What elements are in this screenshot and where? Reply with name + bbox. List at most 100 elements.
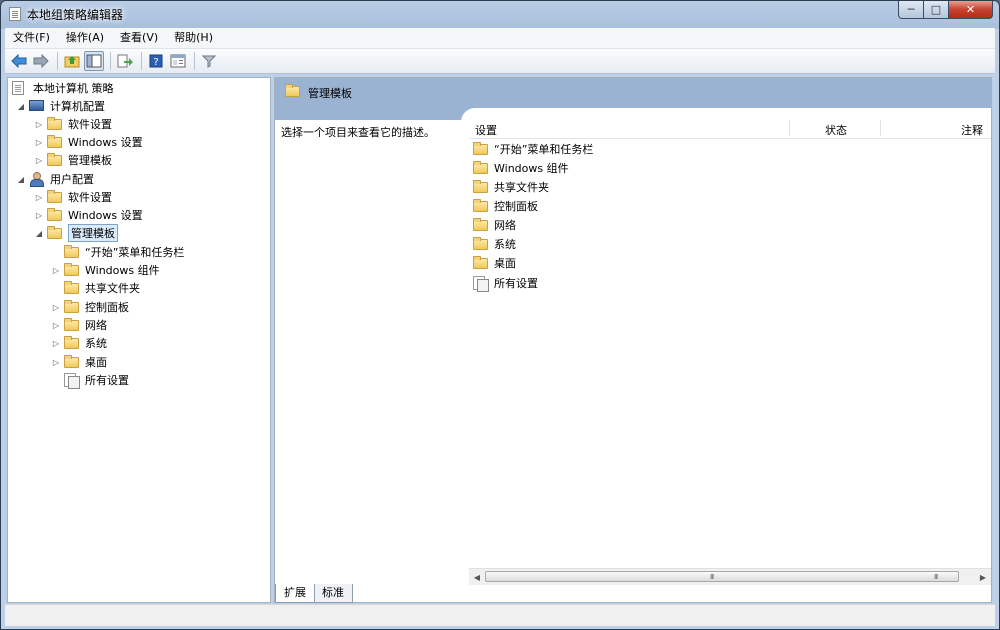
list-item-label: 控制面板 bbox=[494, 199, 538, 213]
tree-pane[interactable]: 本地计算机 策略 ◢ 计算机配置 ▷ 软件设置 ▷ Windows 设置 ▷ 管… bbox=[7, 77, 271, 603]
list-item[interactable]: 所有设置 bbox=[473, 273, 538, 292]
tree-item-start-menu[interactable]: “开始”菜单和任务栏 bbox=[64, 243, 184, 261]
tree-item-computer-admin-templates[interactable]: ▷ 管理模板 bbox=[34, 151, 112, 169]
toolbar-separator bbox=[141, 52, 142, 70]
all-settings-icon bbox=[64, 373, 80, 389]
expand-arrow-icon[interactable]: ▷ bbox=[34, 120, 44, 129]
list-item-label: 共享文件夹 bbox=[494, 180, 549, 194]
tree-item-all-settings[interactable]: 所有设置 bbox=[64, 371, 129, 389]
folder-icon-wrap bbox=[47, 190, 63, 204]
show-hide-tree-button[interactable] bbox=[84, 51, 104, 71]
tab-standard[interactable]: 标准 bbox=[313, 584, 353, 603]
expand-arrow-icon[interactable]: ▷ bbox=[51, 266, 61, 275]
column-status[interactable]: 状态 bbox=[825, 122, 847, 138]
folder-icon-wrap bbox=[473, 236, 489, 251]
horizontal-scrollbar[interactable]: ◀ III III ▶ bbox=[469, 568, 991, 585]
expand-arrow-icon[interactable]: ▷ bbox=[34, 193, 44, 202]
list-item[interactable]: “开始”菜单和任务栏 bbox=[473, 139, 593, 158]
list-item[interactable]: 网络 bbox=[473, 215, 516, 234]
details-header: 管理模板 bbox=[275, 78, 991, 108]
list-item[interactable]: Windows 组件 bbox=[473, 158, 569, 177]
forward-button[interactable] bbox=[31, 51, 51, 71]
filter-button[interactable] bbox=[199, 51, 219, 71]
tree-item-desktop[interactable]: ▷ 桌面 bbox=[51, 353, 107, 371]
expand-arrow-icon[interactable]: ▷ bbox=[51, 358, 61, 367]
tree-item-control-panel[interactable]: ▷ 控制面板 bbox=[51, 298, 129, 316]
policy-app-icon bbox=[9, 7, 21, 21]
help-button[interactable]: ? bbox=[146, 51, 166, 71]
list-item[interactable]: 系统 bbox=[473, 234, 516, 253]
menu-action[interactable]: 操作(A) bbox=[58, 28, 112, 48]
scroll-grip: III bbox=[934, 573, 938, 581]
collapse-arrow-icon[interactable]: ◢ bbox=[16, 102, 26, 111]
tree-item-label: 软件设置 bbox=[68, 118, 112, 131]
folder-icon-wrap bbox=[473, 160, 489, 175]
list-item-label: Windows 组件 bbox=[494, 161, 569, 175]
tree-root[interactable]: 本地计算机 策略 bbox=[12, 79, 114, 97]
folder-icon-wrap bbox=[64, 318, 80, 332]
column-divider[interactable] bbox=[789, 120, 790, 136]
up-one-level-button[interactable] bbox=[62, 51, 82, 71]
tree-item-user-software-settings[interactable]: ▷ 软件设置 bbox=[34, 188, 112, 206]
list-column-header: 设置 状态 注释 bbox=[469, 118, 991, 139]
folder-icon bbox=[473, 198, 488, 212]
expand-arrow-icon[interactable]: ▷ bbox=[34, 156, 44, 165]
close-button[interactable]: ✕ bbox=[949, 1, 993, 19]
list-item[interactable]: 桌面 bbox=[473, 253, 516, 272]
menu-view[interactable]: 查看(V) bbox=[112, 28, 166, 48]
collapse-arrow-icon[interactable]: ◢ bbox=[16, 175, 26, 184]
scrollbar-thumb[interactable]: III III bbox=[485, 571, 959, 582]
title-bar[interactable]: 本地组策略编辑器 ─ □ ✕ bbox=[1, 1, 999, 27]
window-title: 本地组策略编辑器 bbox=[27, 8, 124, 22]
scroll-left-arrow-icon[interactable]: ◀ bbox=[469, 569, 485, 585]
folder-icon-wrap bbox=[64, 281, 80, 295]
column-setting[interactable]: 设置 bbox=[475, 122, 497, 138]
folder-icon-wrap bbox=[473, 179, 489, 194]
expand-arrow-icon[interactable]: ▷ bbox=[51, 339, 61, 348]
list-item[interactable]: 控制面板 bbox=[473, 196, 538, 215]
folder-icon-wrap bbox=[47, 153, 63, 167]
collapse-arrow-icon[interactable]: ◢ bbox=[34, 229, 44, 238]
menu-bar: 文件(F) 操作(A) 查看(V) 帮助(H) bbox=[5, 28, 995, 49]
user-icon-wrap bbox=[29, 172, 45, 187]
minimize-icon: ─ bbox=[907, 3, 915, 16]
folder-icon bbox=[47, 153, 62, 166]
column-divider[interactable] bbox=[880, 120, 881, 136]
tree-item-network[interactable]: ▷ 网络 bbox=[51, 316, 107, 334]
tree-item-windows-components[interactable]: ▷ Windows 组件 bbox=[51, 261, 160, 279]
menu-help[interactable]: 帮助(H) bbox=[166, 28, 221, 48]
tree-item-computer-software-settings[interactable]: ▷ 软件设置 bbox=[34, 115, 112, 133]
tree-item-label: 计算机配置 bbox=[50, 100, 105, 113]
folder-icon-wrap bbox=[64, 263, 80, 277]
tree-item-shared-folders[interactable]: 共享文件夹 bbox=[64, 279, 140, 297]
folder-icon-wrap bbox=[64, 355, 80, 369]
scroll-right-arrow-icon[interactable]: ▶ bbox=[975, 569, 991, 585]
column-note[interactable]: 注释 bbox=[961, 122, 983, 138]
folder-icon-wrap bbox=[64, 300, 80, 314]
tab-expanded[interactable]: 扩展 bbox=[275, 584, 315, 603]
tree-item-computer-config[interactable]: ◢ 计算机配置 bbox=[16, 97, 105, 115]
expand-arrow-icon[interactable]: ▷ bbox=[51, 303, 61, 312]
expand-arrow-icon[interactable]: ▷ bbox=[34, 211, 44, 220]
expand-arrow-icon[interactable]: ▷ bbox=[51, 321, 61, 330]
list-item[interactable]: 共享文件夹 bbox=[473, 177, 549, 196]
minimize-button[interactable]: ─ bbox=[898, 1, 924, 19]
all-settings-icon bbox=[473, 275, 489, 292]
menu-file[interactable]: 文件(F) bbox=[5, 28, 58, 48]
maximize-button[interactable]: □ bbox=[924, 1, 949, 19]
tree-item-computer-windows-settings[interactable]: ▷ Windows 设置 bbox=[34, 133, 143, 151]
tree-item-user-admin-templates[interactable]: ◢ 管理模板 bbox=[34, 224, 118, 242]
details-header-title: 管理模板 bbox=[308, 87, 352, 100]
expand-arrow-icon[interactable]: ▷ bbox=[34, 138, 44, 147]
export-list-button[interactable] bbox=[115, 51, 135, 71]
folder-icon bbox=[64, 318, 79, 331]
folder-icon-wrap bbox=[473, 198, 489, 213]
svg-text:?: ? bbox=[153, 57, 158, 68]
back-button[interactable] bbox=[9, 51, 29, 71]
properties-button[interactable] bbox=[168, 51, 188, 71]
computer-icon bbox=[29, 100, 44, 111]
folder-icon bbox=[473, 217, 488, 231]
tree-item-user-windows-settings[interactable]: ▷ Windows 设置 bbox=[34, 206, 143, 224]
tree-item-system[interactable]: ▷ 系统 bbox=[51, 334, 107, 352]
tree-item-user-config[interactable]: ◢ 用户配置 bbox=[16, 170, 94, 188]
